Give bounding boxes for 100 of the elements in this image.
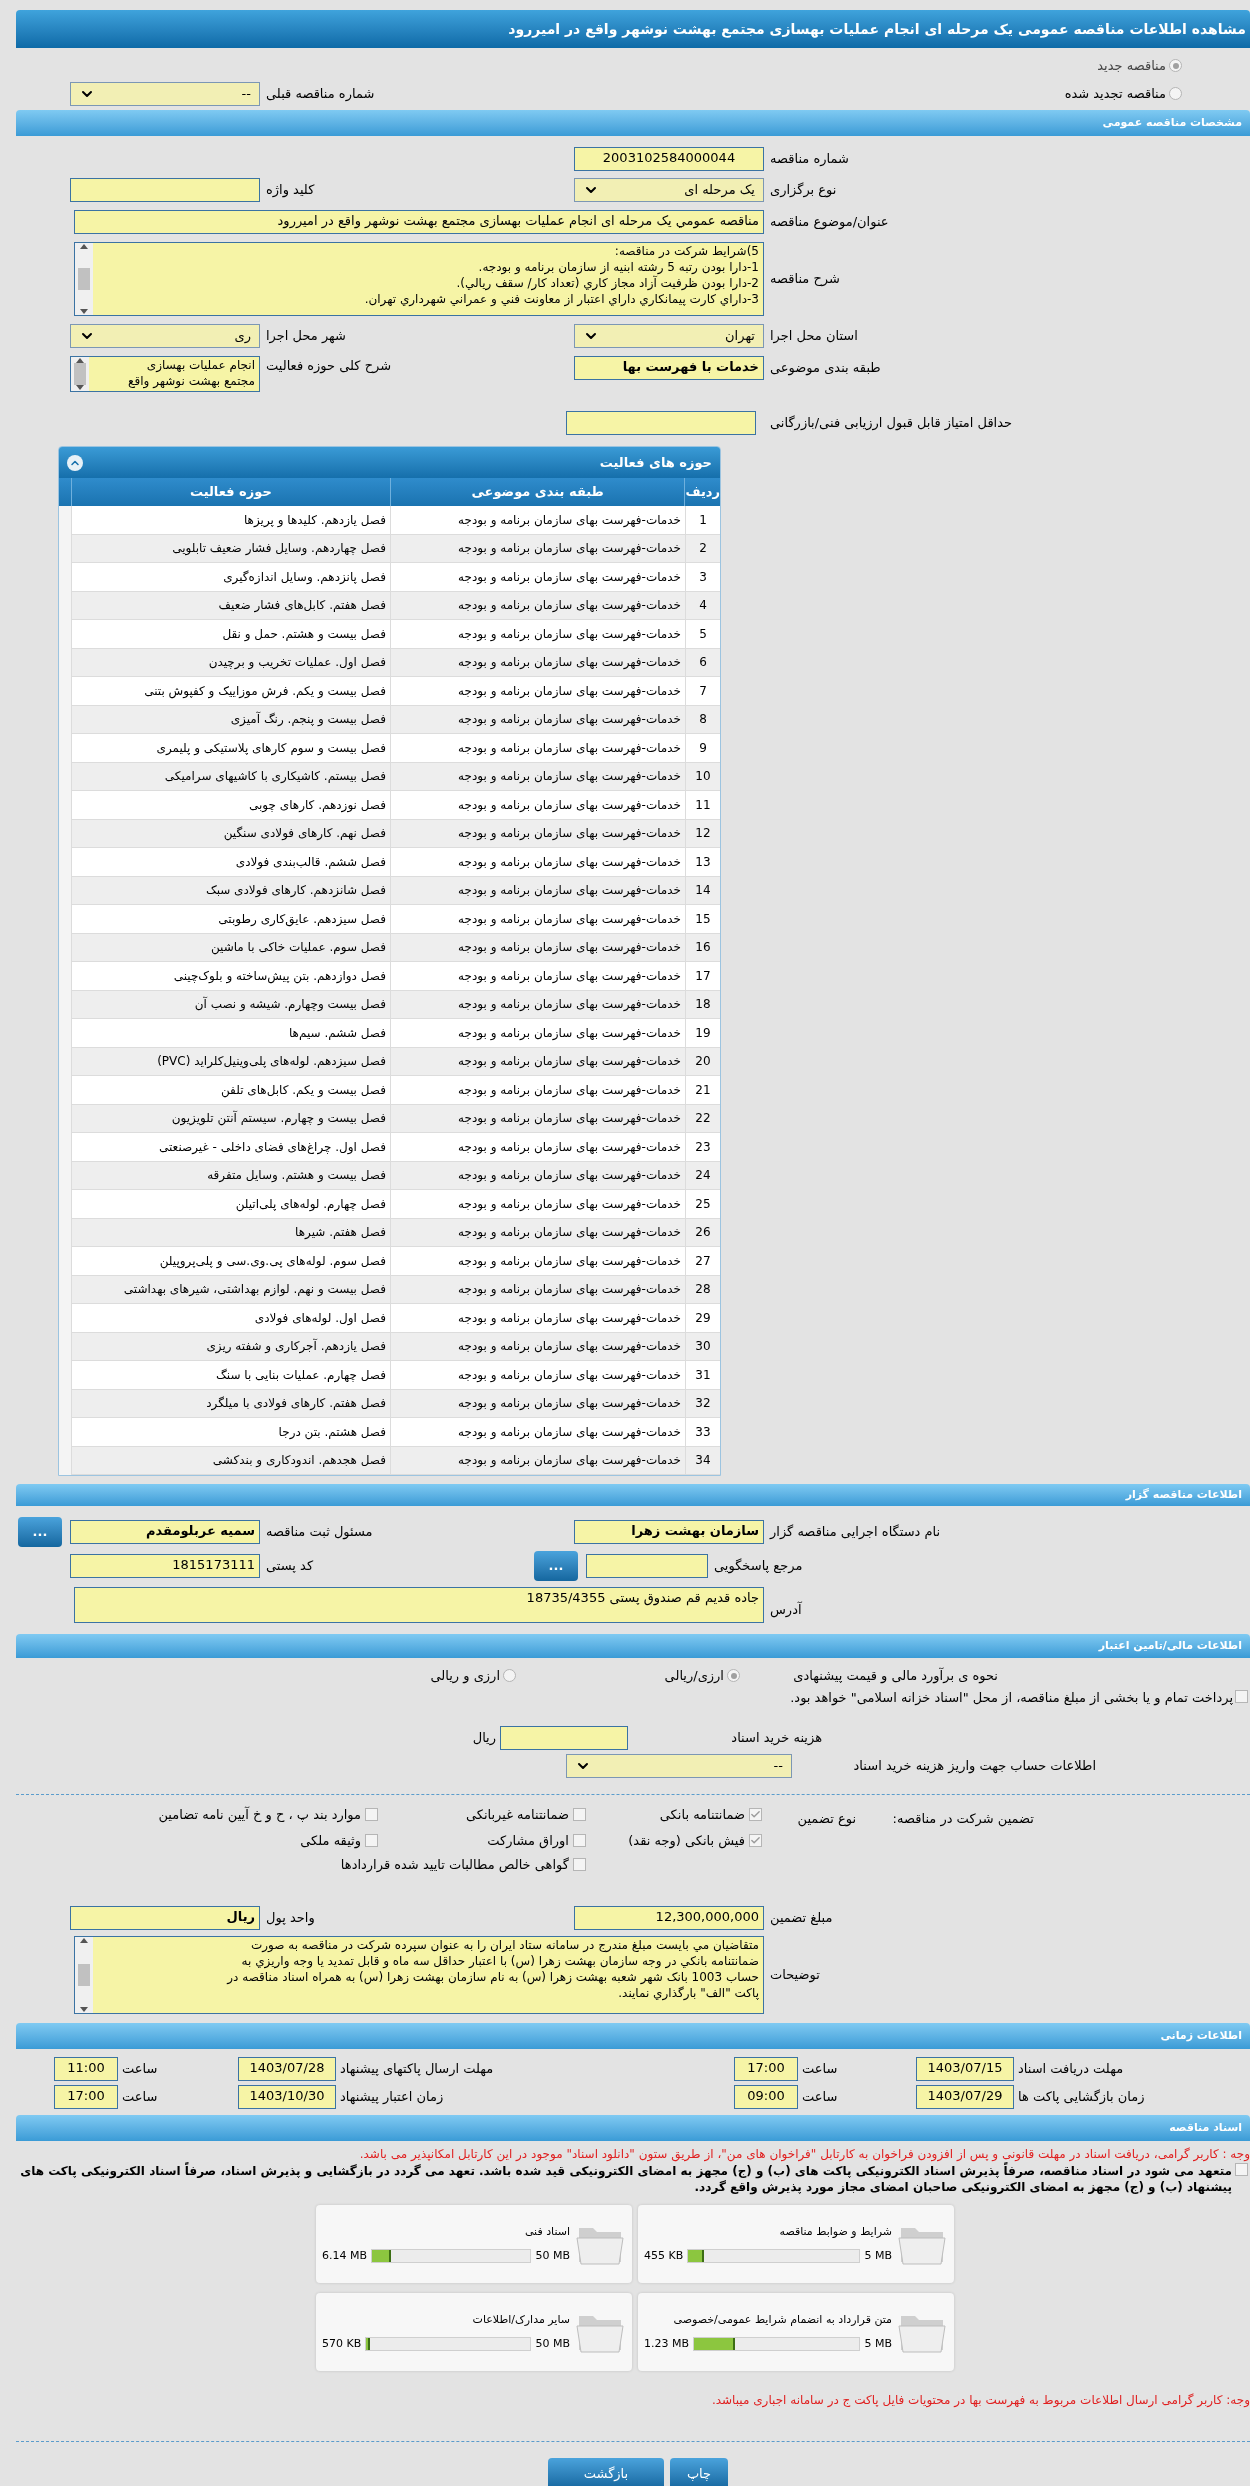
scroll-down-icon[interactable] — [80, 309, 88, 314]
input-field[interactable] — [586, 1554, 708, 1578]
size-limit: 5 MB — [864, 2336, 892, 2352]
input-field[interactable]: 1403/10/30 — [238, 2085, 336, 2109]
radio-button[interactable] — [1169, 59, 1182, 73]
checkbox-label: موارد بند پ ، ح و خ آیین نامه تضامین — [158, 1805, 361, 1825]
radio-button[interactable] — [1169, 86, 1182, 100]
select-field[interactable]: -- — [566, 1754, 792, 1778]
radio-label: مناقصه تجدید شده — [1064, 84, 1166, 103]
scrollbar-thumb[interactable] — [78, 1964, 90, 1986]
table-cell: فصل سیزدهم. لوله‌های پلی‌وینیل‌کلراید (PVC) — [71, 1047, 391, 1076]
field-label: شماره مناقصه — [769, 150, 849, 169]
checkbox[interactable] — [573, 1834, 586, 1848]
table-cell: 1 — [686, 506, 720, 535]
scroll-up-icon[interactable] — [80, 1938, 88, 1943]
input-field[interactable] — [70, 178, 260, 202]
input-field[interactable]: 1403/07/28 — [238, 2057, 336, 2081]
scrollbar-thumb[interactable] — [78, 268, 90, 290]
field-label: ساعت — [801, 2060, 839, 2079]
input-field[interactable]: 09:00 — [734, 2085, 798, 2109]
field-label: کد پستی — [265, 1557, 315, 1576]
checkbox[interactable] — [365, 1808, 378, 1822]
panel-title: حوزه های فعالیت — [599, 453, 712, 472]
table-cell: 15 — [686, 905, 720, 934]
table-cell: خدمات-فهرست بهای سازمان برنامه و بودجه — [391, 1104, 686, 1133]
print-button[interactable]: چاپ — [670, 2458, 728, 2486]
table-cell: خدمات-فهرست بهای سازمان برنامه و بودجه — [391, 563, 686, 592]
table-cell: فصل بیست و هشتم. وسایل متفرقه — [71, 1161, 391, 1190]
scrollbar[interactable] — [71, 357, 89, 391]
browse-button[interactable]: ... — [18, 1517, 62, 1547]
table-cell: 33 — [686, 1418, 720, 1447]
table-cell: خدمات-فهرست بهای سازمان برنامه و بودجه — [391, 1218, 686, 1247]
text-area[interactable]: انجام عملیات بهسازی مجتمع بهشت نوشهر واقع — [70, 356, 260, 392]
back-button[interactable]: بازگشت — [548, 2458, 664, 2486]
scrollbar[interactable] — [75, 243, 93, 315]
table-cell: 19 — [686, 1019, 720, 1048]
field-label: ساعت — [801, 2088, 839, 2107]
radio-button[interactable] — [727, 1669, 740, 1683]
table-cell: خدمات-فهرست بهای سازمان برنامه و بودجه — [391, 762, 686, 791]
input-field[interactable]: 1815173111 — [70, 1554, 260, 1578]
table-cell: خدمات-فهرست بهای سازمان برنامه و بودجه — [391, 848, 686, 877]
table-cell: فصل هفتم. کابل‌های فشار ضعیف — [71, 591, 391, 620]
table-cell: فصل سوم. عملیات خاکی با ماشین — [71, 933, 391, 962]
checkbox-label: وثیقه ملکی — [300, 1832, 361, 1851]
input-field[interactable]: مناقصه عمومي یک مرحله ای انجام عملیات بهسازی مجتمع بهشت نوشهر واقع در امیررود — [74, 210, 764, 234]
table-cell: 13 — [686, 848, 720, 877]
size-limit: 50 MB — [535, 2248, 570, 2264]
checkbox[interactable] — [749, 1834, 762, 1848]
table-cell: فصل بیست و نهم. لوازم بهداشتی، شیرهای بهداشتی — [71, 1275, 391, 1304]
table-cell: خدمات-فهرست بهای سازمان برنامه و بودجه — [391, 648, 686, 677]
input-field[interactable]: 1403/07/15 — [916, 2057, 1014, 2081]
scrollbar[interactable] — [75, 1937, 93, 2013]
input-field[interactable] — [500, 1726, 628, 1750]
field-label: نحوه ی برآورد مالی و قیمت پیشنهادی — [793, 1666, 998, 1686]
field-label: مهلت ارسال پاکتهای پیشنهاد — [339, 2060, 494, 2079]
input-field[interactable]: 12,300,000,000 — [574, 1906, 764, 1930]
file-size: 1.23 MB — [644, 2336, 690, 2352]
checkbox[interactable] — [1235, 1690, 1248, 1703]
select-field[interactable]: تهران — [574, 324, 764, 348]
field-label: ساعت — [121, 2088, 159, 2107]
input-field[interactable]: سمیه عربلومقدم — [70, 1520, 260, 1544]
select-field[interactable]: ری — [70, 324, 260, 348]
input-field[interactable]: 17:00 — [734, 2057, 798, 2081]
table-cell: 5 — [686, 620, 720, 649]
input-field[interactable]: 1403/07/29 — [916, 2085, 1014, 2109]
table-cell: خدمات-فهرست بهای سازمان برنامه و بودجه — [391, 1275, 686, 1304]
table-cell: خدمات-فهرست بهای سازمان برنامه و بودجه — [391, 1190, 686, 1219]
field-label: نوع برگزاری — [769, 181, 837, 200]
checkbox[interactable] — [749, 1808, 762, 1822]
input-field[interactable]: 2003102584000044 — [574, 147, 764, 171]
scroll-down-icon[interactable] — [80, 2007, 88, 2012]
input-field[interactable]: سازمان بهشت زهرا — [574, 1520, 764, 1544]
input-field[interactable]: ریال — [70, 1906, 260, 1930]
scrollbar-thumb[interactable] — [74, 363, 86, 385]
checkbox[interactable] — [1235, 2163, 1248, 2176]
table-cell: فصل بیست و یکم. کابل‌های تلفن — [71, 1076, 391, 1105]
input-field[interactable]: 17:00 — [54, 2085, 118, 2109]
text-area[interactable]: 5)شرایط شرکت در مناقصه: 1-دارا بودن رتبه 5 رشته ابنیه از سازمان برنامه و بودجه. 2-دارا بودن ظرفیت آزاد مجاز کاري (تعداد کار/ سقف ريالي). 3-داراي کارت پیمانکاري داراي اعتبار از معاونت فني و عمراني شهرداري تهران. — [74, 242, 764, 316]
select-field[interactable]: -- — [70, 82, 260, 106]
input-field[interactable]: خدمات با فهرست بها — [574, 356, 764, 380]
field-label: تضمین شرکت در مناقصه: — [892, 1810, 1034, 1829]
checkbox[interactable] — [573, 1858, 586, 1872]
radio-button[interactable] — [503, 1669, 516, 1683]
input-field[interactable] — [566, 411, 756, 435]
checkbox[interactable] — [365, 1834, 378, 1848]
scroll-up-icon[interactable] — [80, 244, 88, 249]
input-field[interactable]: 11:00 — [54, 2057, 118, 2081]
select-field[interactable]: یک مرحله ای — [574, 178, 764, 202]
table-cell: 9 — [686, 734, 720, 763]
input-field[interactable]: جاده قدیم قم صندوق پستی 18735/4355 — [74, 1587, 764, 1623]
section-header: اطلاعات مناقصه گزار — [16, 1484, 1250, 1506]
table-cell: فصل شانزدهم. کارهای فولادی سبک — [71, 876, 391, 905]
table-cell: خدمات-فهرست بهای سازمان برنامه و بودجه — [391, 1389, 686, 1418]
table-cell: 20 — [686, 1047, 720, 1076]
text-area[interactable]: متقاضیان مي بایست مبلغ مندرج در سامانه ستاد ایران را به عنوان سپرده شرکت در مناقصه به صورت ضمانتنامه بانکي در وجه سازمان بهشت زهرا (س) با اعتبار حداقل سه ماه و قابل تمدید یا وجه واریزي به حساب 1003 بانک شهر شعبه بهشت زهرا (س) به نام سازمان بهشت زهرا (س) به همراه اسناد مناقصه در پاکت "الف" بارگذاري نمایند. — [74, 1936, 764, 2014]
checkbox[interactable] — [573, 1808, 586, 1822]
table-cell: خدمات-فهرست بهای سازمان برنامه و بودجه — [391, 506, 686, 535]
section-header: اطلاعات مالی/تامین اعتبار — [16, 1634, 1250, 1658]
browse-button[interactable]: ... — [534, 1551, 578, 1581]
collapse-button[interactable] — [67, 454, 83, 471]
